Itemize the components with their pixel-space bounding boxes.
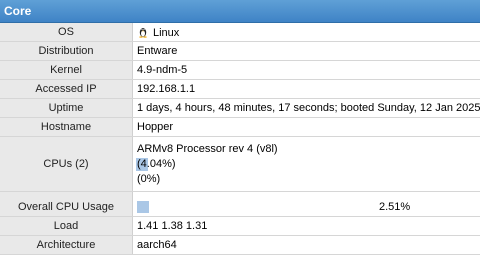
kernel-row: Kernel 4.9-ndm-5	[0, 61, 480, 80]
core-panel: Core OS Linux Distribution	[0, 0, 480, 240]
overall-cpu-value-cell: 2.51%	[133, 198, 480, 217]
cpu-core-1-percent: (4.04%)	[137, 158, 176, 170]
cpu-core-1: (4.04%)	[137, 157, 476, 172]
tux-icon	[137, 26, 149, 38]
hostname-label: Hostname	[0, 118, 133, 137]
accessed-ip-label: Accessed IP	[0, 80, 133, 99]
accessed-ip-row: Accessed IP 192.168.1.1	[0, 80, 480, 99]
overall-cpu-fill	[137, 201, 149, 213]
architecture-label: Architecture	[0, 236, 133, 255]
kernel-value: 4.9-ndm-5	[133, 61, 480, 80]
os-value: Linux	[153, 27, 179, 39]
cpu-core-2-bar: (0%)	[137, 172, 160, 187]
cpus-value-cell: ARMv8 Processor rev 4 (v8l) (4.04%) (0%)	[133, 137, 480, 192]
cpu-core-2: (0%)	[137, 172, 476, 187]
load-label: Load	[0, 217, 133, 236]
os-row: OS Linux	[0, 23, 480, 42]
overall-cpu-percent: 2.51%	[379, 201, 410, 213]
load-row: Load 1.41 1.38 1.31	[0, 217, 480, 236]
kernel-label: Kernel	[0, 61, 133, 80]
cpus-label: CPUs (2)	[0, 137, 133, 192]
os-value-cell: Linux	[133, 23, 480, 42]
overall-cpu-row: Overall CPU Usage 2.51%	[0, 198, 480, 217]
cpus-row: CPUs (2) ARMv8 Processor rev 4 (v8l) (4.…	[0, 137, 480, 192]
overall-cpu-label: Overall CPU Usage	[0, 198, 133, 217]
hostname-value: Hopper	[133, 118, 480, 137]
distribution-value: Entware	[133, 42, 480, 61]
distribution-row: Distribution Entware	[0, 42, 480, 61]
architecture-row: Architecture aarch64	[0, 236, 480, 255]
os-label: OS	[0, 23, 133, 42]
cpu-core-1-bar: (4.04%)	[137, 157, 176, 172]
hostname-row: Hostname Hopper	[0, 118, 480, 137]
architecture-value: aarch64	[133, 236, 480, 255]
distribution-label: Distribution	[0, 42, 133, 61]
load-value: 1.41 1.38 1.31	[133, 217, 480, 236]
core-info-table: OS Linux Distribution Entware	[0, 23, 480, 255]
accessed-ip-value: 192.168.1.1	[133, 80, 480, 99]
cpu-processor: ARMv8 Processor rev 4 (v8l)	[137, 142, 476, 157]
overall-cpu-bar	[137, 201, 377, 213]
uptime-value: 1 days, 4 hours, 48 minutes, 17 seconds;…	[133, 99, 480, 118]
uptime-label: Uptime	[0, 99, 133, 118]
cpu-core-2-percent: (0%)	[137, 173, 160, 185]
panel-title: Core	[0, 0, 480, 23]
uptime-row: Uptime 1 days, 4 hours, 48 minutes, 17 s…	[0, 99, 480, 118]
overall-cpu-usage: 2.51%	[137, 198, 476, 216]
